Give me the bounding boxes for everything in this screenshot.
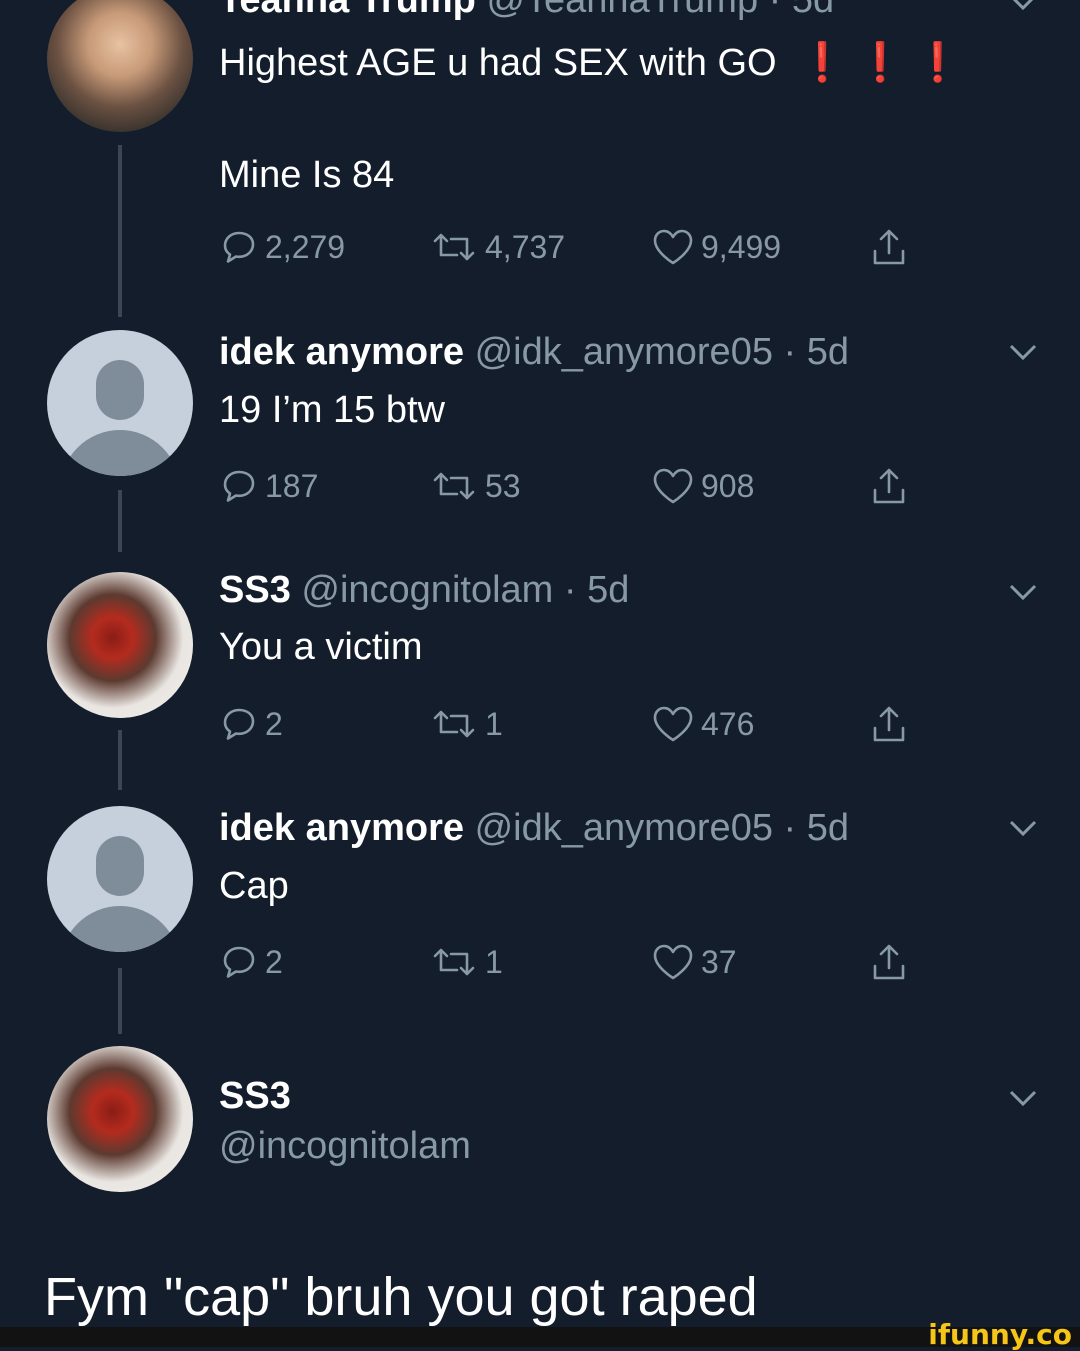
thread-line (118, 145, 122, 317)
tweet-header: idek anymore @idk_anymore05 · 5d (219, 806, 849, 850)
like-count: 9,499 (701, 228, 782, 265)
tweet-actions: 2 1 37 (219, 940, 939, 984)
tweet-header: SS3 (219, 1074, 291, 1118)
reply-button[interactable]: 2,279 (219, 225, 345, 269)
like-button[interactable]: 476 (651, 702, 754, 746)
tweet-text-line: Highest AGE u had SEX with GO (219, 42, 777, 84)
like-icon (653, 706, 693, 742)
chevron-down-icon[interactable] (1005, 0, 1041, 12)
chevron-down-icon[interactable] (1005, 818, 1041, 838)
tweet-header: idek anymore @idk_anymore05 · 5d (219, 330, 849, 374)
retweet-button[interactable]: 53 (429, 464, 521, 508)
handle[interactable]: @incognitolam · 5d (301, 569, 629, 611)
like-count: 908 (701, 467, 755, 504)
tweet-text: Cap (219, 865, 289, 907)
tweet-text-line-2: Mine Is 84 (219, 154, 395, 196)
like-icon (653, 468, 693, 504)
retweet-icon (433, 948, 475, 976)
ifunny-watermark: ifunny.co (928, 1318, 1072, 1351)
like-button[interactable]: 37 (651, 940, 737, 984)
reply-icon (223, 231, 255, 263)
watermark-bar (0, 1327, 1080, 1347)
retweet-count: 4,737 (485, 228, 566, 265)
retweet-count: 53 (485, 467, 521, 504)
thread-line (118, 490, 122, 552)
reply-icon (223, 708, 255, 740)
share-button[interactable] (869, 225, 915, 269)
thread-line (118, 730, 122, 790)
tweet-handle-line: @incognitolam (219, 1124, 471, 1168)
like-count: 37 (701, 943, 737, 980)
reply-count: 2,279 (265, 228, 346, 265)
retweet-icon (433, 710, 475, 738)
tweet-actions: 187 53 908 (219, 464, 939, 508)
like-icon (653, 229, 693, 265)
tweet-text: You a victim (219, 626, 423, 668)
reply-count: 187 (265, 467, 319, 504)
tweet-body-text: Fym "cap" bruh you got raped (44, 1267, 758, 1327)
share-icon (873, 706, 905, 742)
avatar[interactable] (47, 330, 193, 476)
handle[interactable]: @idk_anymore05 · 5d (475, 331, 849, 373)
like-button[interactable]: 9,499 (651, 225, 781, 269)
reply-count: 2 (265, 943, 283, 980)
chevron-down-icon[interactable] (1005, 342, 1041, 362)
reply-count: 2 (265, 705, 283, 742)
chevron-down-icon[interactable] (1005, 1088, 1041, 1108)
share-icon (873, 229, 905, 265)
retweet-button[interactable]: 4,737 (429, 225, 565, 269)
share-button[interactable] (869, 464, 915, 508)
display-name[interactable]: SS3 (219, 569, 291, 611)
tweet-header: SS3 @incognitolam · 5d (219, 568, 629, 612)
reply-icon (223, 946, 255, 978)
tweet-text: 19 I’m 15 btw (219, 389, 445, 431)
exclamation-emoji: ❗ ❗ ❗ (798, 42, 962, 84)
tweet-actions: 2,279 4,737 9,499 (219, 225, 939, 269)
like-button[interactable]: 908 (651, 464, 754, 508)
retweet-icon (433, 472, 475, 500)
share-button[interactable] (869, 702, 915, 746)
thread-line (118, 968, 122, 1034)
display-name[interactable]: Teanna Trump (219, 0, 476, 21)
chevron-down-icon[interactable] (1005, 582, 1041, 602)
display-name[interactable]: SS3 (219, 1075, 291, 1117)
avatar[interactable] (47, 572, 193, 718)
share-icon (873, 944, 905, 980)
display-name[interactable]: idek anymore (219, 331, 464, 373)
handle[interactable]: @TeannaTrump · 5d (486, 0, 834, 21)
handle[interactable]: @incognitolam (219, 1125, 471, 1167)
share-button[interactable] (869, 940, 915, 984)
tweet-actions: 2 1 476 (219, 702, 939, 746)
reply-icon (223, 470, 255, 502)
retweet-icon (433, 233, 475, 261)
retweet-count: 1 (485, 943, 503, 980)
avatar[interactable] (47, 806, 193, 952)
handle[interactable]: @idk_anymore05 · 5d (475, 807, 849, 849)
avatar[interactable] (47, 0, 193, 132)
reply-button[interactable]: 2 (219, 702, 283, 746)
like-icon (653, 944, 693, 980)
retweet-button[interactable]: 1 (429, 702, 503, 746)
avatar[interactable] (47, 1046, 193, 1192)
reply-button[interactable]: 187 (219, 464, 318, 508)
retweet-count: 1 (485, 705, 503, 742)
tweet-header: Teanna Trump @TeannaTrump · 5d (219, 0, 834, 22)
reply-button[interactable]: 2 (219, 940, 283, 984)
display-name[interactable]: idek anymore (219, 807, 464, 849)
tweet-text: Highest AGE u had SEX with GO ❗ ❗ ❗ (219, 40, 962, 86)
like-count: 476 (701, 705, 755, 742)
retweet-button[interactable]: 1 (429, 940, 503, 984)
share-icon (873, 468, 905, 504)
